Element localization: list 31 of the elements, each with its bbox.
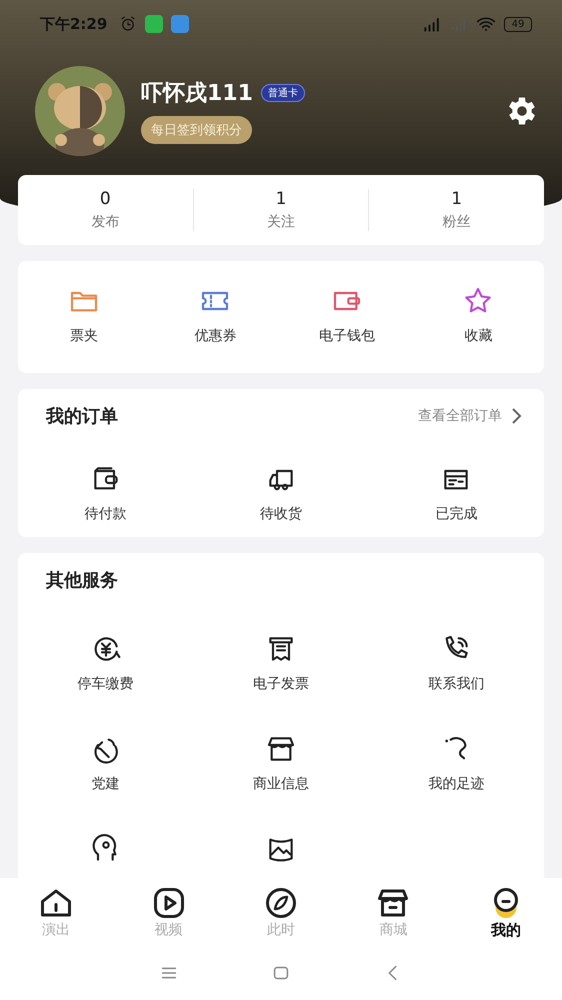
app-icon xyxy=(171,15,190,33)
service-label[interactable]: 我的足迹 xyxy=(428,775,484,793)
stat-value: 0 xyxy=(100,189,111,209)
stat-label[interactable]: 发布 xyxy=(91,213,120,231)
nav-tab[interactable]: 我的 xyxy=(450,884,562,940)
order-status-label[interactable]: 待付款 xyxy=(84,505,127,523)
order-status-label[interactable]: 已完成 xyxy=(435,505,478,523)
chat-app-icon xyxy=(145,15,164,33)
service-label[interactable]: 停车缴费 xyxy=(78,675,134,693)
service-label[interactable]: 联系我们 xyxy=(428,675,484,693)
stat-value: 1 xyxy=(451,189,462,209)
shortcut-label[interactable]: 电子钱包 xyxy=(318,327,375,345)
stat-value: 1 xyxy=(276,189,286,209)
service-label[interactable]: 党建 xyxy=(92,775,120,793)
chevron-right-icon xyxy=(510,407,522,425)
user-name: 吓怀戌111 xyxy=(141,80,253,108)
service-label[interactable]: 电子发票 xyxy=(252,675,309,693)
status-time: 下午2:29 xyxy=(40,14,108,34)
service-label[interactable]: 商业信息 xyxy=(252,775,309,793)
view-all-orders-link[interactable]: 查看全部订单 xyxy=(418,407,522,425)
alarm-icon xyxy=(119,15,138,33)
shortcut-label[interactable]: 收藏 xyxy=(464,327,492,345)
stat-label[interactable]: 粉丝 xyxy=(442,213,471,231)
section-title: 我的订单 xyxy=(46,405,118,428)
shortcut-label[interactable]: 优惠券 xyxy=(194,327,236,345)
section-title: 其他服务 xyxy=(46,569,118,592)
stat-label[interactable]: 关注 xyxy=(267,213,295,231)
member-badge: 普通卡 xyxy=(260,84,305,102)
battery-icon: 49 xyxy=(504,16,532,32)
order-status-label[interactable]: 待收货 xyxy=(260,505,302,523)
shortcut-label[interactable]: 票夹 xyxy=(70,327,98,345)
